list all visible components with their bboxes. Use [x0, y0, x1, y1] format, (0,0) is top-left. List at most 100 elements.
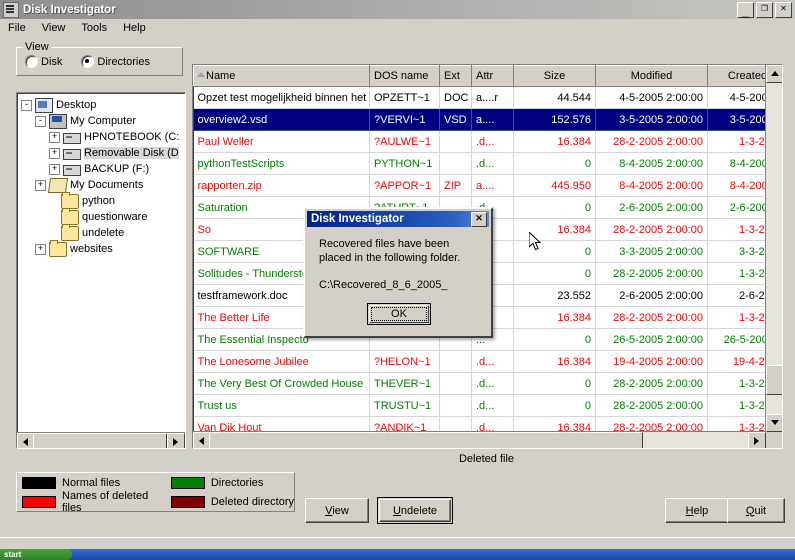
view-button[interactable]: View	[305, 498, 369, 523]
help-button-label: Help	[685, 504, 709, 517]
undelete-button[interactable]: Undelete	[377, 497, 453, 524]
table-row[interactable]: rapporten.zip ?APPOR~1 ZIP a.... 445.950 8-4-…	[193, 174, 782, 197]
list-vertical-scroll-thumb[interactable]	[766, 365, 782, 395]
tree-node[interactable]: questionware	[17, 207, 185, 225]
table-row[interactable]: overview2.vsd ?VERVI~1 VSD a.... 152.576 3-5-…	[193, 108, 782, 131]
chevron-left-icon	[199, 437, 204, 445]
table-row[interactable]: Trust us TRUSTU~1 .d... 0 28-2-2005 2:00:00 1…	[193, 394, 782, 417]
status-text: Deleted file	[458, 453, 515, 465]
legend-label-normal: Normal files	[62, 477, 121, 489]
column-header-dos-name[interactable]: DOS name	[369, 65, 440, 87]
expand-icon[interactable]: +	[49, 131, 60, 143]
directory-tree-panel[interactable]: - Desktop - My Computer + HPNOTEBOOK (C: + Remo…	[16, 92, 186, 449]
title-bar: Disk Investigator _ ❐ ✕	[0, 0, 795, 19]
table-row[interactable]: The Lonesome Jubilee ?HELON~1 .d... 16.384 1…	[193, 350, 782, 373]
sort-indicator-icon	[197, 72, 205, 77]
column-header-label: Name	[206, 70, 236, 82]
window-title: Disk Investigator	[23, 3, 116, 16]
chevron-down-icon	[771, 420, 779, 425]
file-list-header-row: Name DOS name Ext Attr Size Modified Created	[193, 65, 782, 87]
computer-icon	[49, 113, 67, 129]
expand-icon[interactable]: +	[35, 179, 46, 191]
tree-node[interactable]: + Removable Disk (D	[17, 145, 185, 161]
list-vertical-scrollbar[interactable]	[765, 65, 782, 432]
column-header-name[interactable]: Name	[193, 65, 370, 87]
radio-directories-label[interactable]: Directories	[97, 56, 150, 68]
view-mode-group: View Disk Directories	[16, 41, 183, 76]
size-cell: 0	[513, 152, 596, 175]
maximize-button[interactable]: ❐	[756, 1, 773, 18]
expand-icon[interactable]: +	[49, 163, 60, 175]
column-header-label: Attr	[476, 70, 494, 82]
close-button[interactable]: ✕	[775, 1, 792, 18]
list-scroll-down-button[interactable]	[766, 414, 782, 432]
list-horizontal-scroll-thumb[interactable]	[209, 432, 643, 448]
list-scroll-right-button[interactable]	[748, 432, 766, 448]
help-button[interactable]: Help	[665, 498, 729, 523]
tree-node-label: My Documents	[70, 179, 144, 191]
tree-node[interactable]: python	[17, 191, 185, 209]
radio-directories[interactable]	[81, 55, 95, 68]
table-row[interactable]: Paul Weller ?AULWE~1 .d... 16.384 28-2-2005 …	[193, 130, 782, 153]
ext-cell	[439, 152, 472, 175]
table-row[interactable]: Opzet test mogelijkheid binnen het K OPZE…	[193, 86, 782, 109]
menu-item-file[interactable]: File	[0, 21, 34, 35]
column-header-ext[interactable]: Ext	[439, 65, 472, 87]
menu-item-help[interactable]: Help	[115, 21, 154, 35]
menu-bar: File View Tools Help	[0, 19, 795, 37]
size-cell: 0	[513, 328, 596, 351]
column-header-modified[interactable]: Modified	[595, 65, 708, 87]
minimize-button[interactable]: _	[737, 1, 754, 18]
ext-cell: ZIP	[439, 174, 472, 197]
disk-icon	[3, 1, 19, 18]
menu-item-view[interactable]: View	[34, 21, 74, 35]
column-header-size[interactable]: Size	[513, 65, 596, 87]
tree-node[interactable]: undelete	[17, 223, 185, 241]
expand-icon[interactable]: +	[49, 147, 60, 159]
collapse-icon[interactable]: -	[21, 99, 32, 111]
collapse-icon[interactable]: -	[35, 115, 46, 127]
modified-cell: 19-4-2005 2:00:00	[595, 350, 708, 373]
tree-node[interactable]: + My Documents	[17, 177, 185, 193]
file-name-cell: rapporten.zip	[193, 174, 370, 197]
tree-node[interactable]: + websites	[17, 239, 185, 257]
tree-node[interactable]: + BACKUP (F:)	[17, 161, 185, 177]
tree-scroll-right-button[interactable]	[167, 433, 185, 448]
tree-scroll-thumb[interactable]	[33, 433, 167, 448]
tree-node-label: websites	[70, 243, 113, 255]
table-row[interactable]: The Very Best Of Crowded House THEVER~1 .d…	[193, 372, 782, 395]
ext-cell	[439, 130, 472, 153]
chevron-right-icon	[173, 438, 178, 446]
column-header-label: Created	[727, 70, 768, 82]
taskbar[interactable]: start	[0, 549, 795, 560]
menu-item-tools[interactable]: Tools	[73, 21, 115, 35]
modified-cell: 28-2-2005 2:00:00	[595, 218, 708, 241]
radio-disk[interactable]	[25, 55, 38, 68]
file-name-cell: Paul Weller	[193, 130, 370, 153]
modified-cell: 2-6-2005 2:00:00	[595, 196, 708, 219]
expand-icon[interactable]: +	[35, 243, 46, 255]
start-button[interactable]: start	[0, 549, 72, 560]
modified-cell: 2-6-2005 2:00:00	[595, 284, 708, 307]
tree-node[interactable]: - Desktop	[17, 97, 185, 113]
dialog-close-button[interactable]: ✕	[471, 211, 487, 227]
dos-name-cell: ?VERVI~1	[369, 108, 440, 131]
tree-node[interactable]: - My Computer	[17, 113, 185, 129]
dialog-title-bar: Disk Investigator ✕	[307, 211, 489, 227]
list-scroll-up-button[interactable]	[766, 65, 782, 83]
removable-drive-icon	[63, 148, 81, 160]
attr-cell: a....r	[471, 86, 514, 109]
tree-node[interactable]: + HPNOTEBOOK (C:	[17, 129, 185, 145]
tree-node-label: My Computer	[70, 115, 137, 127]
radio-disk-label[interactable]: Disk	[41, 56, 62, 68]
window-controls: _ ❐ ✕	[737, 1, 792, 18]
quit-button[interactable]: Quit	[727, 498, 785, 523]
dos-name-cell: OPZETT~1	[369, 86, 440, 109]
size-cell: 0	[513, 240, 596, 263]
table-row[interactable]: pythonTestScripts PYTHON~1 .d... 0 8-4-2005 …	[193, 152, 782, 175]
dialog-title: Disk Investigator	[311, 213, 404, 225]
dialog-ok-button[interactable]: OK	[367, 303, 431, 325]
column-header-attr[interactable]: Attr	[471, 65, 514, 87]
list-horizontal-scrollbar[interactable]	[193, 431, 766, 448]
tree-horizontal-scrollbar[interactable]	[17, 432, 185, 448]
